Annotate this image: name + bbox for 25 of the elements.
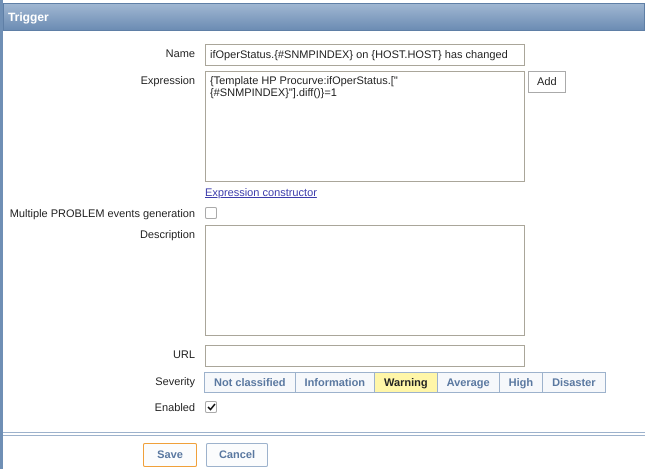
field-label: Expression xyxy=(140,74,195,89)
severity-tab[interactable]: High xyxy=(498,372,544,393)
field-label: Description xyxy=(138,228,195,243)
url-field[interactable] xyxy=(205,345,525,367)
field-label: Multiple PROBLEM events generation xyxy=(8,207,195,220)
field-label: URL xyxy=(172,348,195,363)
checkbox[interactable] xyxy=(205,401,217,413)
severity-tab[interactable]: Information xyxy=(294,372,376,393)
severity-tab[interactable]: Average xyxy=(436,372,500,393)
add-button[interactable]: Add xyxy=(528,71,566,93)
description-field[interactable] xyxy=(205,225,525,336)
form-button[interactable]: Save xyxy=(143,443,197,467)
severity-tab[interactable]: Warning xyxy=(374,372,438,393)
severity-tab[interactable]: Disaster xyxy=(542,372,606,393)
checkbox[interactable] xyxy=(205,207,217,219)
field-label: Severity xyxy=(154,375,195,390)
field-label: Enabled xyxy=(154,401,195,414)
panel-title: Trigger xyxy=(8,10,49,24)
field-label: Name xyxy=(164,47,195,62)
severity-tab[interactable]: Not classified xyxy=(204,372,296,393)
name-field[interactable]: ifOperStatus.{#SNMPINDEX} on {HOST.HOST} has changed xyxy=(205,44,525,66)
expression-constructor-link[interactable]: Expression constructor xyxy=(205,187,317,199)
form-button[interactable]: Cancel xyxy=(206,443,268,467)
checkmark-icon xyxy=(206,403,216,411)
expression-field[interactable]: {Template HP Procurve:ifOperStatus.["{#SNMPINDEX}"].diff()}=1 xyxy=(205,71,525,182)
